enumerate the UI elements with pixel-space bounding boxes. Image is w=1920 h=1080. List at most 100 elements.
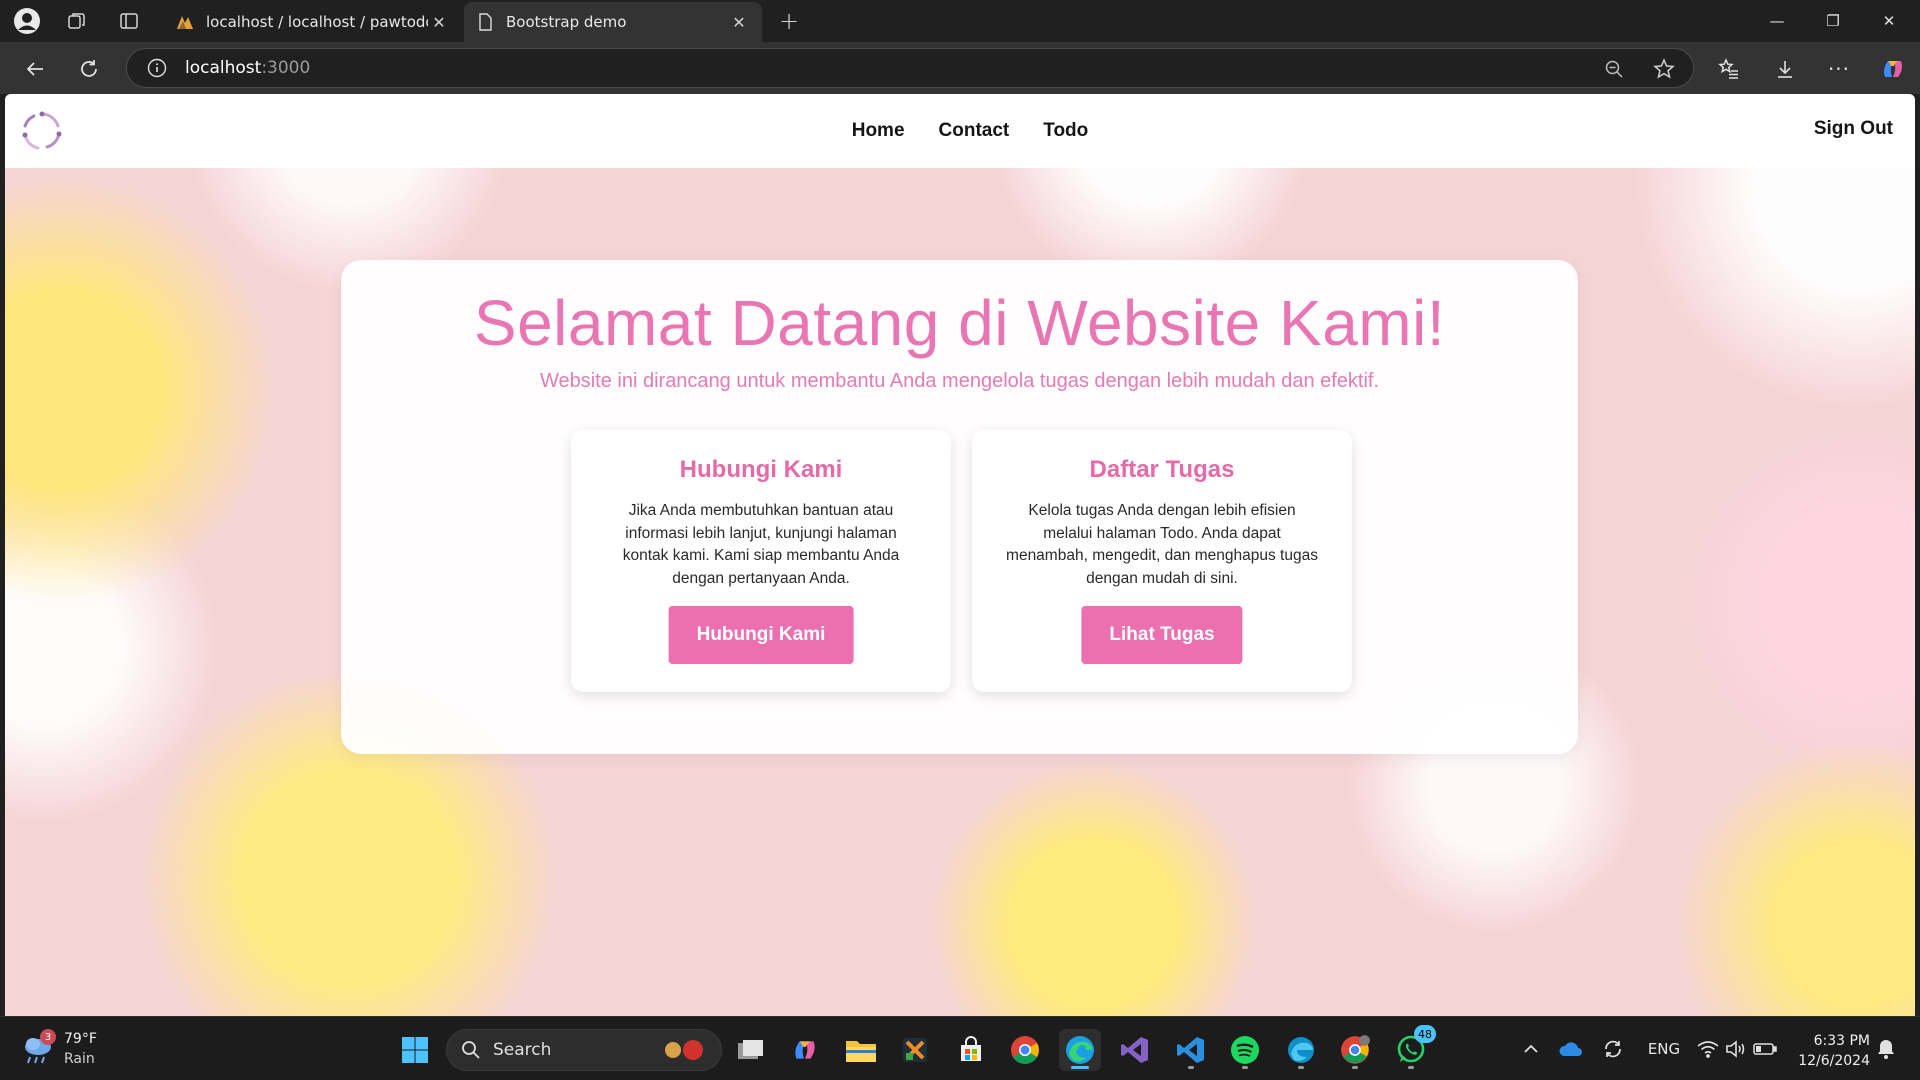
more-menu-icon[interactable]: ··· xyxy=(1822,52,1856,86)
page-viewport: Home Contact Todo Sign Out Selamat Datan… xyxy=(5,94,1915,1016)
running-indicator xyxy=(1298,1066,1304,1069)
taskbar-edge-dev[interactable] xyxy=(1280,1029,1322,1071)
taskbar-spotify[interactable] xyxy=(1224,1029,1266,1071)
site-navbar: Home Contact Todo Sign Out xyxy=(5,94,1915,168)
weather-widget[interactable]: 3 79°F Rain xyxy=(20,1029,140,1071)
taskbar-search[interactable]: Search xyxy=(446,1029,722,1071)
close-tab-icon[interactable]: ✕ xyxy=(428,13,450,32)
start-button[interactable] xyxy=(394,1029,436,1071)
taskbar-whatsapp[interactable]: 48 xyxy=(1390,1025,1436,1071)
minimize-icon[interactable]: — xyxy=(1750,0,1804,42)
card-text: Jika Anda membutuhkan bantuan atau infor… xyxy=(622,502,900,587)
contact-us-button[interactable]: Hubungi Kami xyxy=(668,606,854,664)
sign-out-link[interactable]: Sign Out xyxy=(1814,118,1893,140)
running-indicator xyxy=(1408,1066,1414,1069)
tab-phpmyadmin[interactable]: localhost / localhost / pawtodo / ✕ xyxy=(164,2,462,42)
address-bar[interactable]: localhost:3000 xyxy=(126,48,1694,88)
search-label: Search xyxy=(493,1040,552,1060)
running-indicator xyxy=(1242,1066,1248,1069)
folder-icon xyxy=(846,1041,876,1062)
task-view-button[interactable] xyxy=(730,1029,772,1071)
language-indicator[interactable]: ENG xyxy=(1642,1017,1686,1080)
vertical-tabs-icon[interactable] xyxy=(114,6,144,36)
page-title: Selamat Datang di Website Kami! xyxy=(473,287,1446,359)
taskbar-visual-studio[interactable] xyxy=(1114,1029,1156,1071)
tab-bootstrap-demo[interactable]: Bootstrap demo ✕ xyxy=(464,2,762,42)
volume-icon[interactable] xyxy=(1722,1017,1750,1080)
taskbar-vscode[interactable] xyxy=(1170,1029,1212,1071)
phpmyadmin-favicon-icon xyxy=(177,16,193,29)
view-tasks-button[interactable]: Lihat Tugas xyxy=(1081,606,1243,664)
windows-taskbar: 3 79°F Rain Search 48 ENG 6:33 PM 12/6/2… xyxy=(0,1016,1920,1080)
chrome-icon xyxy=(1011,1036,1039,1064)
taskbar-edge[interactable] xyxy=(1059,1029,1101,1071)
taskbar-chrome-profile[interactable] xyxy=(1334,1029,1376,1071)
profile-avatar-icon[interactable] xyxy=(12,6,42,36)
refresh-icon[interactable] xyxy=(72,52,106,86)
nav-link-home[interactable]: Home xyxy=(852,120,905,142)
notification-bell-icon[interactable] xyxy=(1872,1017,1900,1080)
downloads-icon[interactable] xyxy=(1768,52,1802,86)
windows-logo-icon xyxy=(402,1037,428,1063)
visual-studio-icon xyxy=(1121,1037,1148,1063)
running-indicator xyxy=(1188,1066,1194,1069)
weather-alert-badge: 3 xyxy=(40,1029,56,1045)
copilot-icon[interactable] xyxy=(1876,52,1910,86)
site-info-icon[interactable] xyxy=(145,56,169,80)
taskbar-ms-store[interactable] xyxy=(950,1029,992,1071)
task-view-icon xyxy=(738,1040,763,1059)
page-favicon-icon xyxy=(479,13,492,31)
nav-links: Home Contact Todo xyxy=(5,94,1915,168)
clock-date: 12/6/2024 xyxy=(1798,1053,1870,1069)
url-text: localhost:3000 xyxy=(185,58,311,78)
chrome-profile-icon xyxy=(1341,1035,1370,1064)
welcome-panel: Selamat Datang di Website Kami! Website … xyxy=(341,260,1578,754)
page-subtitle: Website ini dirancang untuk membantu And… xyxy=(539,370,1380,392)
browser-tab-bar: localhost / localhost / pawtodo / ✕ Boot… xyxy=(0,0,1920,42)
card-title: Daftar Tugas xyxy=(1089,456,1235,483)
favorites-list-icon[interactable] xyxy=(1712,52,1746,86)
close-tab-icon[interactable]: ✕ xyxy=(728,13,750,32)
tab-title: localhost / localhost / pawtodo / xyxy=(206,13,428,31)
workspaces-icon[interactable] xyxy=(62,6,92,36)
tab-title: Bootstrap demo xyxy=(506,13,627,31)
clock-time: 6:33 PM xyxy=(1813,1033,1870,1049)
weather-temperature: 79°F xyxy=(64,1031,97,1047)
taskbar-xampp[interactable] xyxy=(894,1029,936,1071)
restore-icon[interactable]: ❐ xyxy=(1806,0,1860,42)
battery-icon[interactable] xyxy=(1750,1017,1780,1080)
wifi-icon[interactable] xyxy=(1694,1017,1722,1080)
vscode-icon xyxy=(1177,1037,1204,1063)
close-window-icon[interactable]: ✕ xyxy=(1862,0,1916,42)
taskbar-chrome[interactable] xyxy=(1004,1029,1046,1071)
task-list-card: Daftar Tugas Kelola tugas Anda dengan le… xyxy=(972,430,1352,692)
weather-condition: Rain xyxy=(64,1051,95,1067)
nav-link-todo[interactable]: Todo xyxy=(1043,120,1088,142)
sync-icon[interactable] xyxy=(1598,1017,1628,1080)
card-text: Kelola tugas Anda dengan lebih efisien m… xyxy=(1006,502,1318,587)
system-clock[interactable]: 6:33 PM 12/6/2024 xyxy=(1798,1031,1870,1071)
spotify-icon xyxy=(1231,1036,1259,1064)
favorite-star-icon[interactable] xyxy=(1651,56,1677,82)
xampp-icon xyxy=(903,1038,927,1062)
back-icon[interactable] xyxy=(18,52,52,86)
taskbar-copilot[interactable] xyxy=(784,1029,826,1071)
copilot-icon xyxy=(795,1041,815,1059)
search-highlight-icon xyxy=(665,1040,703,1060)
taskbar-file-explorer[interactable] xyxy=(840,1029,882,1071)
nav-link-contact[interactable]: Contact xyxy=(939,120,1010,142)
card-title: Hubungi Kami xyxy=(679,456,843,483)
onedrive-icon[interactable] xyxy=(1556,1017,1586,1080)
show-hidden-icons-chevron-icon[interactable] xyxy=(1518,1017,1544,1080)
zoom-out-icon[interactable] xyxy=(1601,56,1627,82)
new-tab-icon[interactable]: + xyxy=(774,6,804,36)
contact-card: Hubungi Kami Jika Anda membutuhkan bantu… xyxy=(571,430,951,692)
running-indicator xyxy=(1352,1066,1358,1069)
edge-icon xyxy=(1066,1036,1094,1064)
search-icon xyxy=(462,1041,480,1059)
edge-dev-icon xyxy=(1288,1037,1314,1063)
whatsapp-unread-badge: 48 xyxy=(1414,1025,1436,1043)
store-icon xyxy=(961,1036,981,1061)
active-app-indicator xyxy=(1071,1066,1089,1069)
browser-toolbar: localhost:3000 ··· xyxy=(0,42,1920,94)
